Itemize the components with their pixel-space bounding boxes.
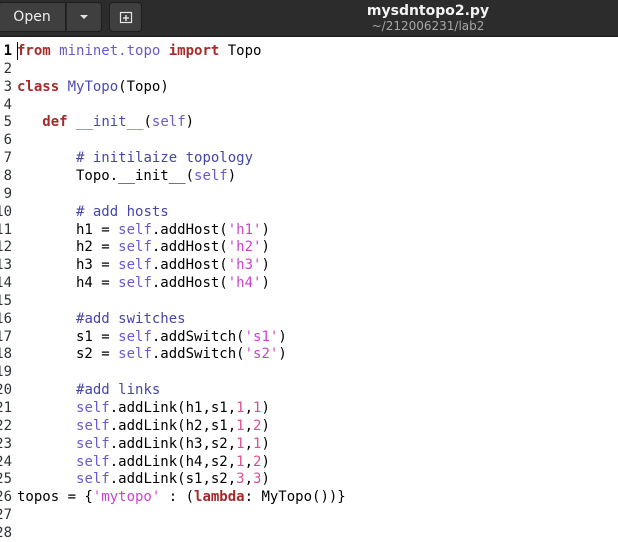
line-number: 5 [3, 114, 12, 131]
code-line[interactable]: 6 [0, 131, 618, 149]
line-number: 4 [3, 96, 12, 113]
code-line[interactable]: 3 class MyTopo(Topo) [0, 78, 618, 96]
line-number: 7 [3, 150, 12, 167]
line-number: 12 [0, 239, 12, 256]
code-line[interactable]: 18 s2 = self.addSwitch('s2') [0, 345, 618, 363]
line-number: 27 [0, 507, 12, 524]
line-number: 24 [0, 453, 12, 470]
code-text: s2 = self.addSwitch('s2') [17, 346, 287, 363]
code-text: self.addLink(h4,s2,1,2) [76, 453, 270, 470]
code-line[interactable]: 7 # initilaize topology [0, 149, 618, 167]
code-line[interactable]: 25 self.addLink(s1,s2,3,3) [0, 470, 618, 488]
code-text: self.addLink(s1,s2,3,3) [76, 471, 270, 488]
code-line[interactable]: 20 #add links [0, 381, 618, 399]
line-number: 17 [0, 328, 12, 345]
code-line[interactable]: 24 self.addLink(h4,s2,1,2) [0, 453, 618, 471]
code-line[interactable]: 19 [0, 363, 618, 381]
line-number: 19 [0, 364, 12, 381]
code-line[interactable]: 23 self.addLink(h3,s2,1,1) [0, 435, 618, 453]
code-text: # initilaize topology [76, 150, 254, 167]
code-text: self.addLink(h1,s1,1,1) [76, 400, 270, 416]
code-line[interactable]: 16 #add switches [0, 310, 618, 328]
line-number: 13 [0, 257, 12, 274]
line-number: 1 [3, 43, 12, 59]
line-number: 23 [0, 435, 12, 452]
code-line[interactable]: 5 def __init__(self) [0, 113, 618, 131]
line-number: 28 [0, 524, 12, 541]
line-number: 11 [0, 221, 12, 238]
code-text: class MyTopo(Topo) [17, 78, 169, 95]
window-subtitle: ~/212006231/lab2 [371, 19, 485, 33]
code-text: #add links [76, 382, 161, 399]
line-number: 2 [3, 60, 12, 77]
header-bar: Open mysdntopo2.py ~/212006231/lab2 [0, 0, 618, 37]
code-text: h4 = self.addHost('h4') [17, 275, 270, 292]
line-number: 10 [0, 203, 12, 220]
code-text: s1 = self.addSwitch('s1') [17, 328, 287, 345]
code-text: self.addLink(h3,s2,1,1) [76, 435, 270, 452]
line-number: 25 [0, 471, 12, 488]
code-text: Topo.__init__(self) [17, 167, 237, 184]
code-line[interactable]: 27 [0, 506, 618, 524]
line-number: 18 [0, 346, 12, 363]
code-line[interactable]: 11 h1 = self.addHost('h1') [0, 221, 618, 239]
code-line[interactable]: 17 s1 = self.addSwitch('s1') [0, 328, 618, 346]
code-line[interactable]: 2 [0, 60, 618, 78]
line-number: 16 [0, 310, 12, 327]
code-text: topos = {'mytopo' : (lambda: MyTopo())} [17, 489, 346, 506]
code-line[interactable]: 1 from mininet.topo import Topo [0, 42, 618, 60]
code-line[interactable]: 9 [0, 185, 618, 203]
code-line[interactable]: 15 [0, 292, 618, 310]
line-number: 3 [3, 78, 12, 95]
code-editor[interactable]: 1 from mininet.topo import Topo 2 3 class My… [0, 42, 618, 541]
code-line[interactable]: 26 topos = {'mytopo' : (lambda: MyTopo())… [0, 488, 618, 506]
code-line[interactable]: 8 Topo.__init__(self) [0, 167, 618, 185]
code-line[interactable]: 4 [0, 96, 618, 114]
line-number: 9 [3, 185, 12, 202]
line-number: 26 [0, 489, 12, 506]
code-line[interactable]: 22 self.addLink(h2,s1,1,2) [0, 417, 618, 435]
line-number: 8 [3, 167, 12, 184]
code-line[interactable]: 21 self.addLink(h1,s1,1,1) [0, 399, 618, 417]
code-text: h1 = self.addHost('h1') [17, 221, 270, 238]
line-number: 22 [0, 417, 12, 434]
code-text: # add hosts [76, 203, 169, 220]
code-line[interactable]: 13 h3 = self.addHost('h3') [0, 256, 618, 274]
line-number: 15 [0, 292, 12, 309]
code-line[interactable]: 12 h2 = self.addHost('h2') [0, 238, 618, 256]
code-text: from mininet.topo import Topo [17, 43, 262, 59]
line-number: 21 [0, 400, 12, 416]
code-text: #add switches [76, 310, 186, 327]
line-number: 20 [0, 382, 12, 399]
code-text: h3 = self.addHost('h3') [17, 257, 270, 274]
code-text: def __init__(self) [42, 114, 195, 131]
text-cursor [17, 42, 18, 60]
code-text: h2 = self.addHost('h2') [17, 239, 270, 256]
code-line[interactable]: 10 # add hosts [0, 203, 618, 221]
code-text: self.addLink(h2,s1,1,2) [76, 417, 270, 434]
code-line[interactable]: 28 [0, 524, 618, 542]
code-line[interactable]: 14 h4 = self.addHost('h4') [0, 274, 618, 292]
line-number: 6 [3, 132, 12, 149]
line-number: 14 [0, 275, 12, 292]
window-title: mysdntopo2.py [366, 3, 490, 19]
